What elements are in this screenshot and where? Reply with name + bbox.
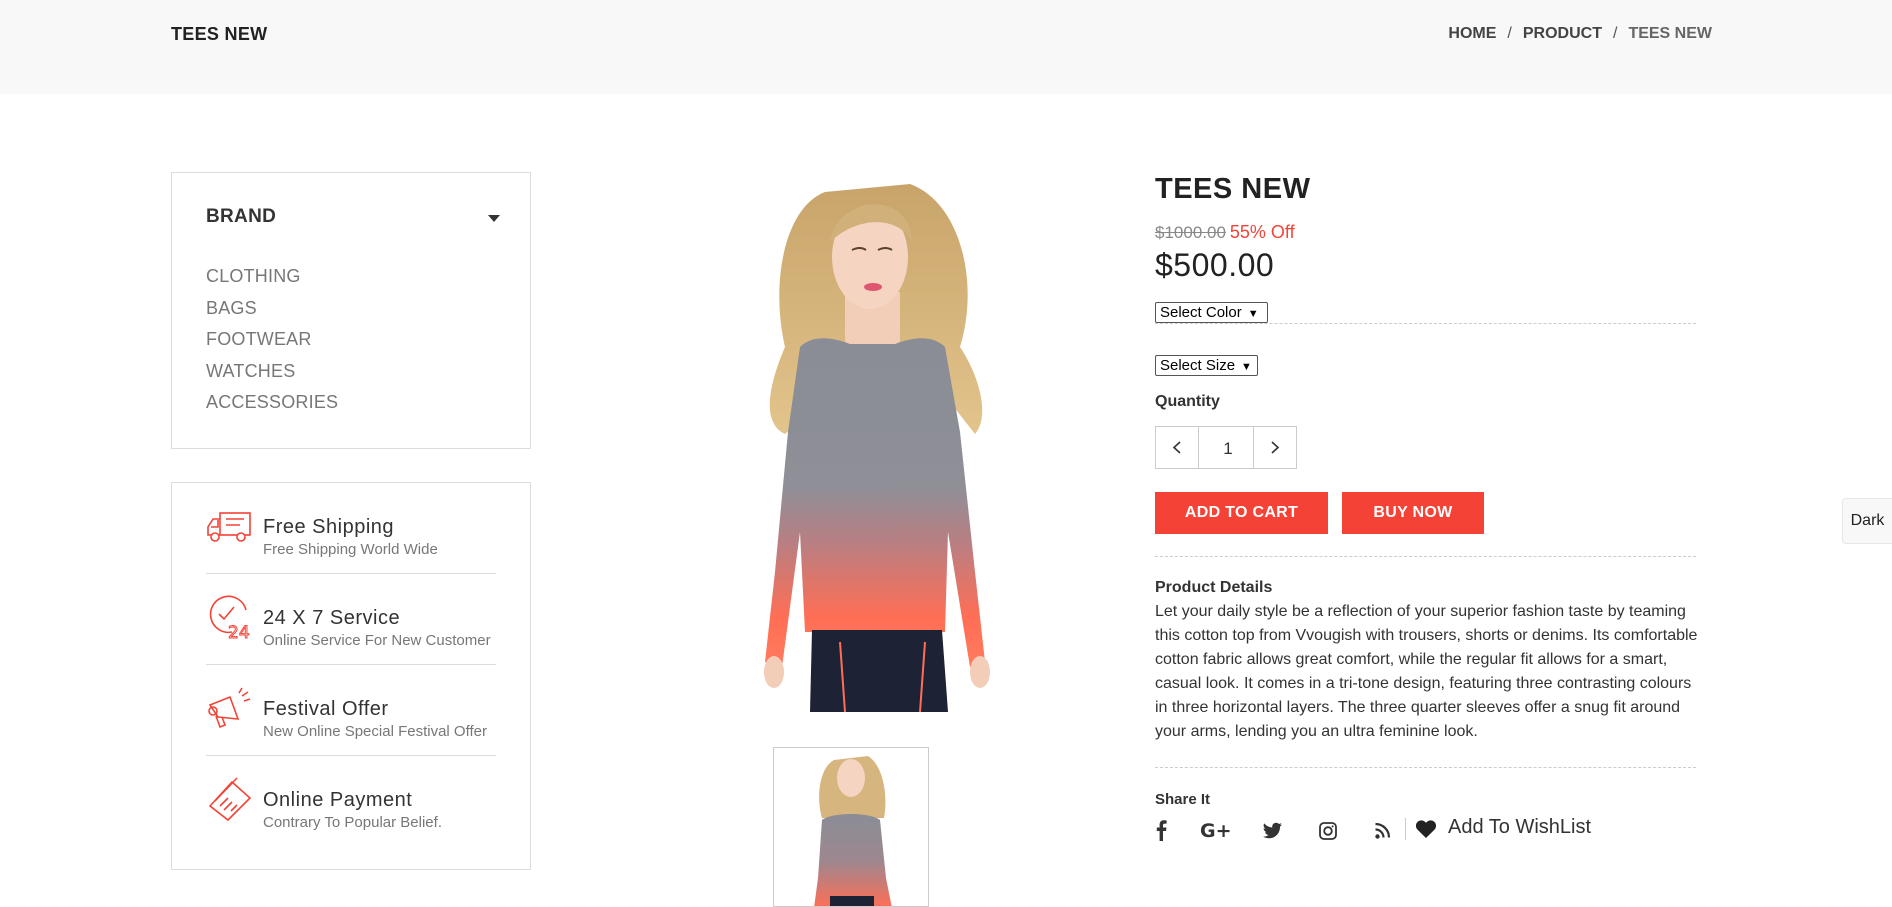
dark-mode-toggle[interactable]: Dark [1842,498,1892,544]
dropdown-arrow-icon: ▼ [1247,308,1259,320]
current-price: $500.00 [1155,247,1275,283]
service-title: 24 X 7 Service [263,607,401,629]
divider [1155,767,1696,768]
product-thumbnail[interactable] [773,747,929,907]
service-title: Free Shipping [263,516,395,538]
breadcrumb-product[interactable]: PRODUCT [1523,25,1602,42]
rss-icon[interactable] [1373,815,1393,845]
quantity-stepper [1155,426,1297,470]
chevron-right-icon [1271,441,1280,454]
decrement-button[interactable] [1156,427,1199,468]
megaphone-icon [208,687,251,729]
chevron-left-icon [1172,441,1181,454]
service-subtitle: New Online Special Festival Offer [263,723,487,740]
page-title: TEES NEW [171,24,268,44]
product-details-text: Let your daily style be a reflection of … [1155,603,1698,740]
service-festival-offer: Festival Offer New Online Special Festiv… [206,665,496,756]
breadcrumb-separator: / [1612,25,1618,42]
twitter-icon[interactable] [1262,815,1284,845]
product-name: TEES NEW [1155,173,1311,205]
heart-icon [1415,820,1437,838]
product-main-image[interactable] [690,172,1065,712]
add-to-wishlist-button[interactable]: Add To WishList [1415,816,1591,839]
service-free-shipping: Free Shipping Free Shipping World Wide [206,483,496,574]
category-watches[interactable]: WATCHES [206,356,338,388]
discount-badge: 55% Off [1229,222,1295,242]
service-subtitle: Online Service For New Customer [263,632,491,649]
brand-filter-title[interactable]: BRAND [206,206,276,228]
buy-now-button[interactable]: BUY NOW [1342,492,1484,534]
category-clothing[interactable]: CLOTHING [206,261,338,293]
service-subtitle: Contrary To Popular Belief. [263,814,442,831]
services-panel: Free Shipping Free Shipping World Wide 2… [171,482,531,870]
increment-button[interactable] [1253,427,1296,468]
add-to-cart-button[interactable]: ADD TO CART [1155,492,1328,534]
google-plus-icon[interactable]: G+ [1200,815,1230,845]
product-thumbnail-image [814,756,892,906]
quantity-input[interactable] [1199,427,1257,470]
breadcrumb-separator: / [1507,25,1512,42]
category-footwear[interactable]: FOOTWEAR [206,324,338,356]
original-price: $1000.00 [1155,223,1226,242]
page-header: TEES NEW HOME / PRODUCT / TEES NEW [0,0,1892,94]
truck-icon [207,512,251,542]
svg-text:G+: G+ [1200,820,1230,842]
breadcrumb: HOME / PRODUCT / TEES NEW [1448,25,1712,43]
dropdown-arrow-icon: ▼ [1241,361,1252,373]
caret-down-icon[interactable] [488,215,500,222]
product-details-title: Product Details [1155,579,1273,596]
divider [1405,818,1406,840]
price-row: $1000.00 55% Off [1155,222,1295,243]
category-list: CLOTHING BAGS FOOTWEAR WATCHES ACCESSORI… [206,261,338,419]
breadcrumb-current: TEES NEW [1628,25,1712,42]
facebook-icon[interactable] [1152,815,1172,845]
color-select[interactable]: Select Color ▼ [1155,302,1268,323]
credit-card-icon [208,777,252,822]
service-24x7: 24 24 X 7 Service Online Service For New… [206,574,496,665]
quantity-label: Quantity [1155,393,1220,410]
divider [1155,323,1696,324]
breadcrumb-home[interactable]: HOME [1448,25,1496,42]
instagram-icon[interactable] [1318,815,1338,845]
size-select[interactable]: Select Size ▼ [1155,355,1258,376]
brand-filter-panel: BRAND CLOTHING BAGS FOOTWEAR WATCHES ACC… [171,172,531,449]
wishlist-label: Add To WishList [1448,816,1592,838]
color-select-value: Select Color [1160,304,1242,321]
svg-text:24: 24 [228,623,250,640]
clock-24-icon: 24 [209,595,250,640]
size-select-value: Select Size [1160,357,1236,374]
service-title: Online Payment [263,789,413,811]
service-online-payment: Online Payment Contrary To Popular Belie… [206,756,496,846]
category-bags[interactable]: BAGS [206,293,338,325]
service-subtitle: Free Shipping World Wide [263,541,438,558]
share-title: Share It [1155,791,1211,808]
divider [1155,556,1696,557]
category-accessories[interactable]: ACCESSORIES [206,387,338,419]
service-title: Festival Offer [263,698,389,720]
